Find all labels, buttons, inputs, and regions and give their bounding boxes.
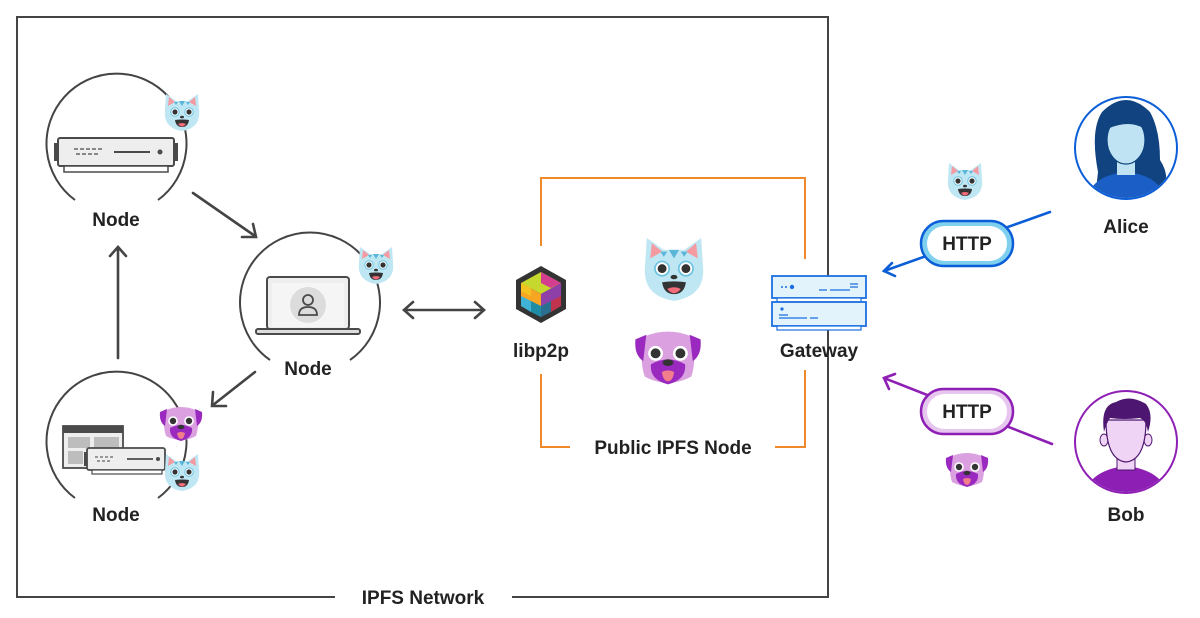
node-label: Node (92, 505, 140, 526)
cat-icon (643, 237, 705, 302)
node-circle (45, 72, 188, 201)
node-top-left[interactable]: Node (45, 72, 200, 231)
cat-icon (947, 162, 983, 201)
gateway-server-icon (771, 275, 867, 331)
alice-avatar[interactable] (1074, 96, 1178, 200)
ipfs-network-label: IPFS Network (362, 588, 485, 609)
server-icon (53, 137, 179, 173)
gateway-label: Gateway (780, 341, 859, 362)
pug-icon (635, 331, 701, 385)
arrow-icon (191, 191, 258, 239)
laptop-icon (255, 276, 361, 335)
cat-icon (164, 453, 200, 492)
bob-avatar[interactable] (1074, 390, 1178, 495)
ipfs-diagram: IPFS Network Node Node Node Public IPFS … (16, 16, 1178, 609)
arrow-icon (108, 245, 128, 360)
http-label: HTTP (942, 402, 992, 423)
alice-name: Alice (1103, 217, 1148, 238)
cat-icon (164, 93, 200, 132)
bob-name: Bob (1108, 505, 1145, 526)
server-icon (84, 447, 166, 475)
node-bottom-left[interactable]: Node (45, 370, 203, 526)
http-label: HTTP (942, 234, 992, 255)
bidirectional-arrow-icon (402, 300, 486, 320)
node-label: Node (92, 210, 140, 231)
pug-icon (945, 453, 989, 487)
arrow-icon (210, 370, 257, 408)
pug-icon (159, 407, 203, 441)
bob-http-badge: HTTP (919, 387, 1015, 436)
public-node-label: Public IPFS Node (594, 438, 751, 459)
libp2p-logo-icon (516, 266, 566, 323)
alice-http-badge: HTTP (919, 219, 1015, 268)
libp2p-label: libp2p (513, 341, 569, 362)
cat-icon (358, 246, 394, 285)
node-label: Node (284, 359, 332, 380)
node-center[interactable]: Node (239, 231, 394, 380)
public-ipfs-node-frame (540, 177, 806, 448)
